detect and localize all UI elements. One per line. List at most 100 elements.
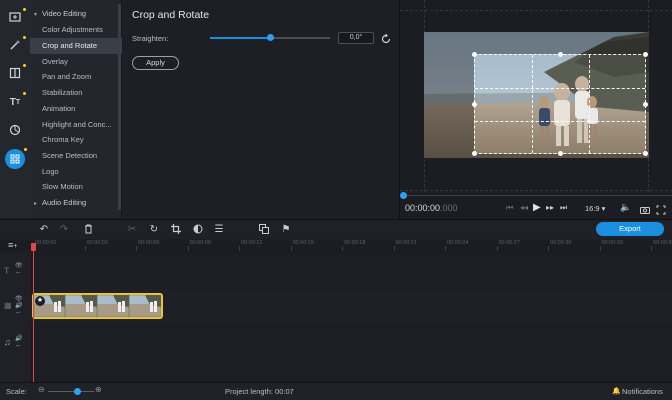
text-track-controls[interactable]: 👁 ⇔ bbox=[15, 263, 23, 277]
ruler-tick-label: 00:00:12 bbox=[241, 240, 263, 246]
scale-slider[interactable] bbox=[48, 391, 94, 392]
menu-item-color-adjustments[interactable]: Color Adjustments bbox=[30, 22, 122, 38]
menu-item-stabilization[interactable]: Stabilization bbox=[30, 85, 122, 101]
snapshot-icon[interactable] bbox=[640, 202, 650, 220]
menu-group-video-editing[interactable]: ▾ Video Editing bbox=[30, 7, 86, 22]
add-track-icon[interactable]: ≡+ bbox=[8, 240, 17, 250]
play-icon[interactable]: ▶ bbox=[533, 202, 541, 213]
import-icon[interactable] bbox=[6, 8, 24, 26]
titles-icon[interactable]: TT bbox=[6, 93, 24, 111]
menu-scrollbar[interactable] bbox=[118, 4, 121, 210]
video-track-icon: ▦ bbox=[4, 301, 12, 310]
stickers-icon[interactable] bbox=[6, 121, 24, 139]
text-track[interactable] bbox=[30, 254, 672, 288]
preview-progress-handle[interactable] bbox=[400, 192, 407, 199]
ruler-tick-label: 00:00:00 bbox=[35, 240, 57, 246]
ruler-tick bbox=[84, 246, 86, 251]
crop-handle-bottom[interactable] bbox=[558, 151, 563, 156]
notifications-link[interactable]: Notifications bbox=[622, 387, 663, 396]
crop-handle-top-right[interactable] bbox=[643, 52, 648, 57]
bell-icon[interactable]: 🔔 bbox=[612, 387, 621, 395]
undo-icon[interactable]: ↶ bbox=[38, 224, 50, 236]
ruler-tick bbox=[239, 246, 240, 251]
straighten-value-field[interactable]: 0,0° bbox=[338, 32, 374, 44]
ruler-tick-label: 00:00:06 bbox=[138, 240, 160, 246]
aspect-ratio-dropdown[interactable]: 16:9 ▾ bbox=[585, 204, 605, 213]
ruler-tick bbox=[599, 246, 601, 251]
audio-track[interactable] bbox=[30, 324, 672, 380]
ruler-tick bbox=[445, 246, 446, 251]
color-adjust-icon[interactable] bbox=[192, 224, 204, 236]
straighten-slider-handle[interactable] bbox=[266, 34, 274, 41]
time-display: 00:00:00.000 bbox=[405, 203, 458, 213]
scale-slider-handle[interactable] bbox=[74, 388, 81, 395]
next-frame-icon[interactable]: ▸▸ bbox=[546, 203, 554, 212]
video-track-controls[interactable]: 👁 🔊 ⇔ bbox=[15, 296, 23, 317]
go-end-icon[interactable]: ⏭ bbox=[560, 203, 567, 213]
crop-rotate-panel: Crop and Rotate Straighten: 0,0° Apply bbox=[122, 0, 398, 218]
marker-flag-icon[interactable]: ⚑ bbox=[280, 224, 292, 236]
magic-wand-icon[interactable] bbox=[6, 36, 24, 54]
cut-icon[interactable]: ✂ bbox=[126, 224, 138, 236]
more-tools-grid-icon[interactable] bbox=[5, 149, 25, 169]
crop-handle-top[interactable] bbox=[558, 52, 563, 57]
video-clip[interactable]: ★ bbox=[32, 293, 163, 319]
transitions-icon[interactable] bbox=[6, 64, 24, 82]
scale-label: Scale: bbox=[6, 387, 27, 396]
ruler-tick bbox=[496, 246, 498, 251]
menu-group-audio-editing[interactable]: ▸ Audio Editing bbox=[30, 196, 86, 211]
clip-properties-icon[interactable]: ☰ bbox=[213, 224, 225, 236]
menu-item-slow-motion[interactable]: Slow Motion bbox=[30, 179, 122, 195]
ruler-tick-label: 00:00:09 bbox=[189, 240, 211, 246]
audio-track-controls[interactable]: 🔊 ⇔ bbox=[15, 336, 22, 350]
straighten-label: Straighten: bbox=[132, 34, 169, 43]
zoom-out-icon[interactable]: ⊖ bbox=[38, 385, 45, 394]
crop-icon[interactable] bbox=[170, 224, 182, 236]
rotate-clip-icon[interactable]: ↻ bbox=[148, 224, 160, 236]
menu-item-highlight-and-conceal[interactable]: Highlight and Conc... bbox=[30, 117, 122, 133]
crop-frame[interactable] bbox=[472, 52, 648, 156]
menu-item-logo[interactable]: Logo bbox=[30, 164, 122, 180]
music-track-icon: ♫ bbox=[4, 337, 11, 347]
menu-item-overlay[interactable]: Overlay bbox=[30, 54, 122, 70]
redo-icon[interactable]: ↷ bbox=[58, 224, 70, 236]
clip-effect-star-icon: ★ bbox=[35, 296, 45, 306]
playhead-line bbox=[33, 250, 34, 382]
timeline-ruler[interactable]: 00:00:00 00:00:03 00:00:06 00:00:09 00:00:12… bbox=[30, 240, 672, 252]
crop-handle-left[interactable] bbox=[472, 102, 477, 107]
menu-item-crop-and-rotate[interactable]: Crop and Rotate bbox=[30, 38, 122, 54]
zoom-in-icon[interactable]: ⊕ bbox=[95, 385, 102, 394]
menu-item-pan-and-zoom[interactable]: Pan and Zoom bbox=[30, 69, 122, 85]
menu-item-animation[interactable]: Animation bbox=[30, 101, 122, 117]
ruler-tick-label: 00:00:33 bbox=[601, 240, 623, 246]
crop-handle-bottom-right[interactable] bbox=[643, 151, 648, 156]
menu-item-scene-detection[interactable]: Scene Detection bbox=[30, 148, 122, 164]
timeline-toolbar: ↶ ↷ ✂ ↻ ☰ ⚑ bbox=[0, 219, 672, 239]
export-button[interactable]: Export bbox=[596, 222, 664, 236]
apply-button[interactable]: Apply bbox=[132, 56, 179, 70]
ruler-tick-label: 00:00:27 bbox=[498, 240, 520, 246]
rotate-icon[interactable] bbox=[380, 32, 392, 44]
ruler-tick bbox=[393, 246, 395, 251]
go-start-icon[interactable]: ⏮ bbox=[506, 203, 513, 213]
insert-media-icon[interactable] bbox=[258, 224, 270, 236]
crop-handle-bottom-left[interactable] bbox=[472, 151, 477, 156]
ruler-tick bbox=[136, 246, 137, 251]
ruler-tick-label: 00:00:18 bbox=[344, 240, 366, 246]
straighten-slider[interactable] bbox=[210, 34, 330, 41]
menu-item-chroma-key[interactable]: Chroma Key bbox=[30, 132, 122, 148]
delete-icon[interactable] bbox=[82, 224, 94, 236]
prev-frame-icon[interactable]: ◂◂ bbox=[520, 203, 528, 212]
fullscreen-icon[interactable] bbox=[656, 202, 666, 220]
volume-icon[interactable]: 🔈 bbox=[620, 202, 631, 213]
status-bar: Scale: ⊖ ⊕ Project length: 00:07 🔔 Notif… bbox=[0, 382, 672, 400]
ruler-tick-label: 00:00:24 bbox=[447, 240, 469, 246]
crop-handle-right[interactable] bbox=[643, 102, 648, 107]
preview-progress-track[interactable] bbox=[400, 195, 672, 196]
ruler-tick bbox=[548, 246, 549, 251]
clip-thumbnails bbox=[34, 295, 161, 317]
text-track-icon: T bbox=[4, 266, 10, 276]
project-length: Project length: 00:07 bbox=[225, 387, 294, 396]
crop-handle-top-left[interactable] bbox=[472, 52, 477, 57]
ruler-tick bbox=[187, 246, 189, 251]
